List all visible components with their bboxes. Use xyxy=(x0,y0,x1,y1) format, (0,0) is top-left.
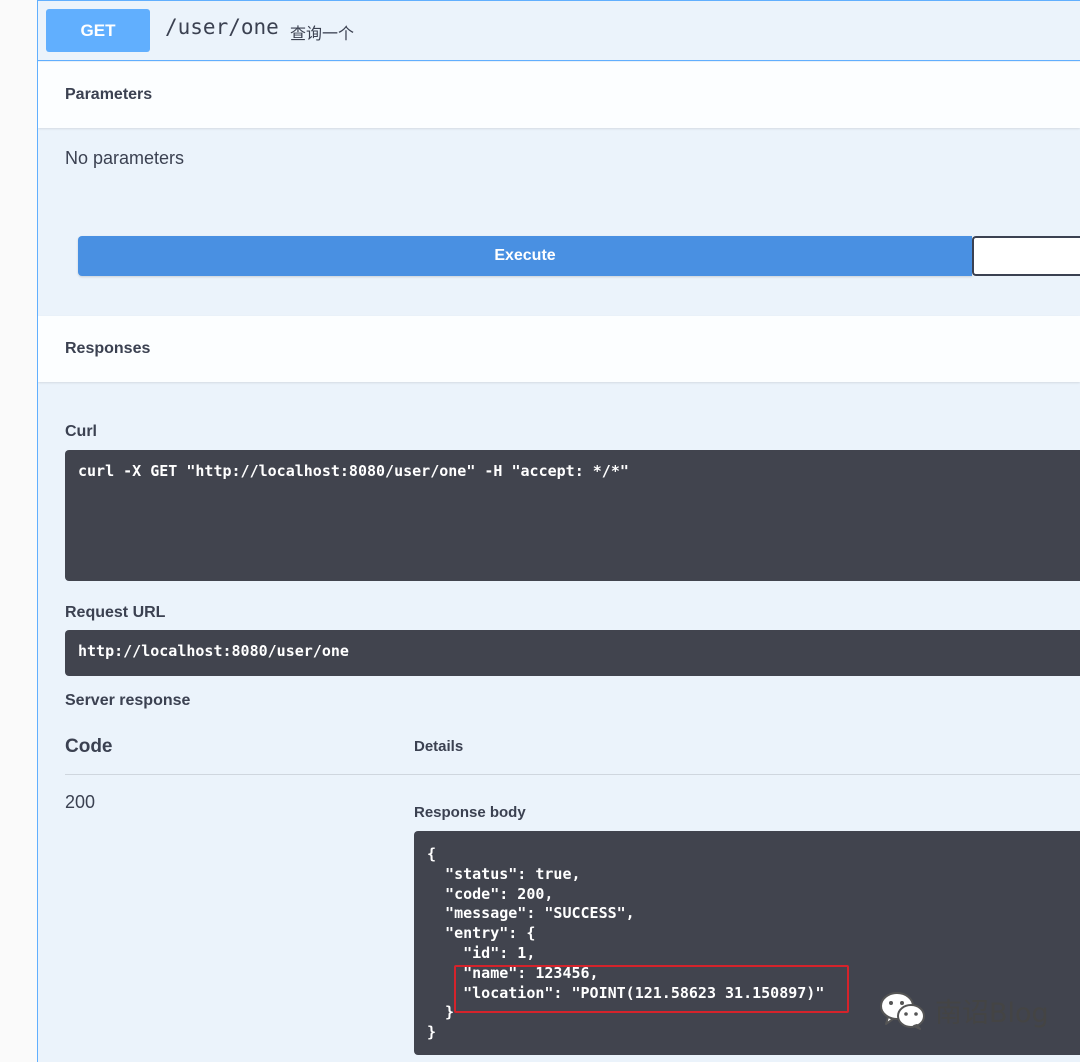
operation-description: 查询一个 xyxy=(290,26,355,43)
watermark-text: 南诏Blog xyxy=(935,997,1049,1029)
responses-header: Responses xyxy=(38,316,1080,382)
response-code: 200 xyxy=(65,792,96,812)
page-gutter xyxy=(0,0,37,1062)
operation-block: GET /user/one 查询一个 Parameters No paramet… xyxy=(37,0,1080,1062)
highlight-annotation xyxy=(454,965,849,1013)
response-body-label: Response body xyxy=(414,804,526,821)
execute-button[interactable]: Execute xyxy=(78,236,972,276)
clear-button[interactable] xyxy=(972,236,1080,276)
parameters-header: Parameters xyxy=(38,62,1080,128)
response-line: "id": 1, xyxy=(427,943,536,962)
response-line: "entry": { xyxy=(427,924,536,943)
watermark: 南诏Blog xyxy=(879,990,1049,1030)
curl-command[interactable]: curl -X GET "http://localhost:8080/user/… xyxy=(65,450,1080,581)
method-badge: GET xyxy=(46,9,150,52)
response-line: "status": true, xyxy=(427,864,581,883)
no-parameters-text: No parameters xyxy=(65,148,185,168)
response-line: "message": "SUCCESS", xyxy=(427,904,635,923)
operation-summary[interactable]: GET /user/one 查询一个 xyxy=(38,1,1080,61)
server-response-label: Server response xyxy=(65,692,191,709)
parameters-title: Parameters xyxy=(65,86,153,103)
table-divider xyxy=(65,774,1080,775)
responses-title: Responses xyxy=(65,340,151,357)
response-line: "code": 200, xyxy=(427,884,554,903)
response-line: { xyxy=(427,845,437,863)
details-column-header: Details xyxy=(414,738,464,755)
request-url[interactable]: http://localhost:8080/user/one xyxy=(65,630,1080,676)
wechat-icon xyxy=(880,992,925,1030)
operation-path: /user/one xyxy=(165,15,279,39)
execute-wrapper: Execute xyxy=(78,236,1080,276)
curl-label: Curl xyxy=(65,423,97,440)
request-url-label: Request URL xyxy=(65,604,166,621)
code-column-header: Code xyxy=(65,736,113,757)
